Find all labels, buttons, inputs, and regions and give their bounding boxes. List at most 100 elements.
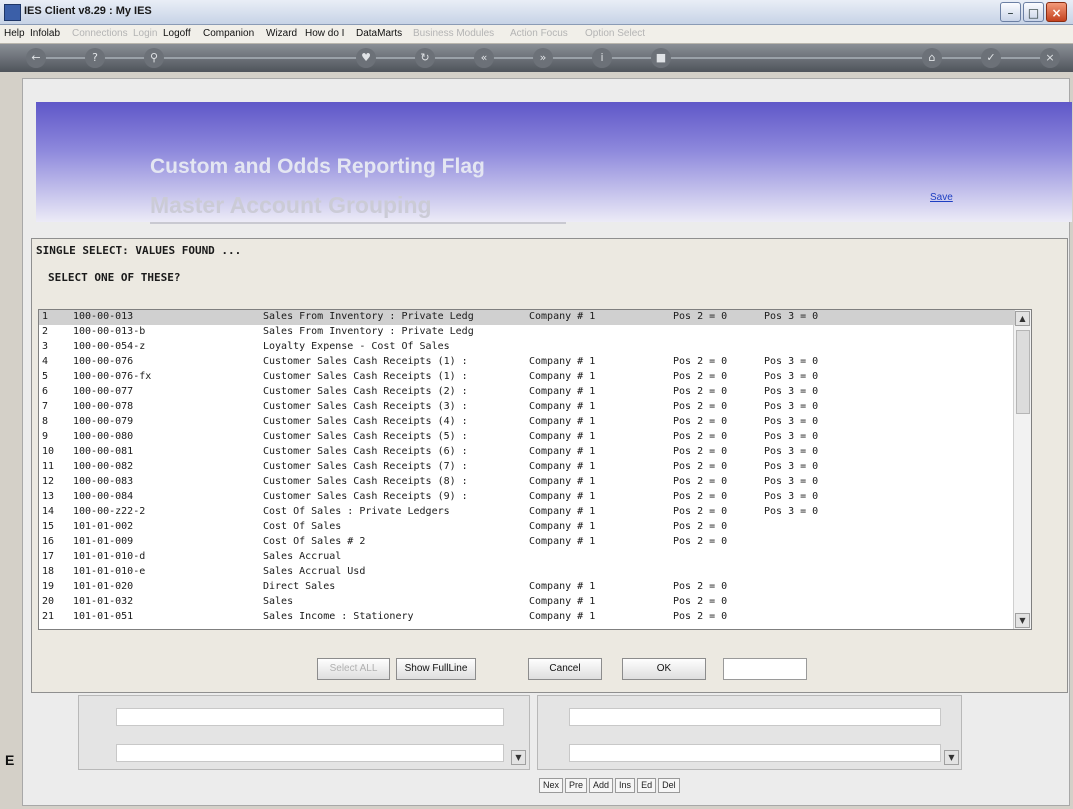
delete-record-button[interactable]: Del bbox=[658, 778, 680, 793]
company-label: Company # 1 bbox=[529, 596, 596, 607]
list-item[interactable]: 8 100-00-079 Customer Sales Cash Receipts … bbox=[39, 415, 1015, 430]
pos3-label: Pos 3 = 0 bbox=[764, 416, 819, 427]
menu-how-do-i[interactable]: How do I bbox=[305, 28, 344, 39]
list-item[interactable]: 19 101-01-020 Direct Sales Company # 1 Pos 2… bbox=[39, 580, 1015, 595]
lower-right-scroll-down-icon[interactable]: ▼ bbox=[944, 750, 959, 765]
account-code: 101-01-010-d bbox=[73, 551, 146, 562]
menu-action-focus[interactable]: Action Focus bbox=[510, 28, 568, 39]
menu-business-modules[interactable]: Business Modules bbox=[413, 28, 494, 39]
edit-record-button[interactable]: Ed bbox=[637, 778, 657, 793]
menu-help[interactable]: Help bbox=[4, 28, 25, 39]
list-item[interactable]: 10 100-00-081 Customer Sales Cash Receipts… bbox=[39, 445, 1015, 460]
lower-left-scroll-down-icon[interactable]: ▼ bbox=[511, 750, 526, 765]
maximize-button[interactable]: □ bbox=[1023, 2, 1044, 22]
list-item[interactable]: 14 100-00-z22-2 Cost Of Sales : Private Le… bbox=[39, 505, 1015, 520]
account-code: 100-00-079 bbox=[73, 416, 134, 427]
lower-right-field-2[interactable] bbox=[569, 744, 941, 762]
list-item[interactable]: 9 100-00-080 Customer Sales Cash Receipts … bbox=[39, 430, 1015, 445]
menu-login[interactable]: Login bbox=[133, 28, 157, 39]
row-number: 2 bbox=[42, 326, 49, 337]
menu-infolab[interactable]: Infolab bbox=[30, 28, 60, 39]
previous-record-button[interactable]: Pre bbox=[565, 778, 588, 793]
ok-value-field[interactable] bbox=[723, 658, 807, 680]
cancel-button[interactable]: Cancel bbox=[528, 658, 602, 680]
pos2-label: Pos 2 = 0 bbox=[673, 371, 728, 382]
insert-record-button[interactable]: Ins bbox=[615, 778, 636, 793]
refresh-icon[interactable]: ↻ bbox=[415, 48, 435, 68]
menu-datamarts[interactable]: DataMarts bbox=[356, 28, 402, 39]
list-item[interactable]: 11 100-00-082 Customer Sales Cash Receipts… bbox=[39, 460, 1015, 475]
search-icon[interactable]: ⚲ bbox=[144, 48, 164, 68]
list-item[interactable]: 3 100-00-054-z Loyalty Expense - Cost Of S… bbox=[39, 340, 1015, 355]
menu-wizard[interactable]: Wizard bbox=[266, 28, 297, 39]
row-number: 4 bbox=[42, 356, 49, 367]
row-number: 8 bbox=[42, 416, 49, 427]
app-icon bbox=[4, 4, 21, 21]
account-description: Loyalty Expense - Cost Of Sales bbox=[263, 341, 450, 352]
account-description: Customer Sales Cash Receipts (3) : bbox=[263, 401, 468, 412]
ok-button[interactable]: OK bbox=[622, 658, 706, 680]
home-icon[interactable]: ⌂ bbox=[922, 48, 942, 68]
list-item[interactable]: 18 101-01-010-e Sales Accrual Usd bbox=[39, 565, 1015, 580]
scroll-down-icon[interactable]: ▼ bbox=[1015, 613, 1030, 628]
menu-connections[interactable]: Connections bbox=[72, 28, 128, 39]
row-number: 16 bbox=[42, 536, 55, 547]
pos2-label: Pos 2 = 0 bbox=[673, 536, 728, 547]
dialog-title: SINGLE SELECT: VALUES FOUND ... bbox=[36, 244, 242, 257]
minimize-button[interactable]: – bbox=[1000, 2, 1021, 22]
pos3-label: Pos 3 = 0 bbox=[764, 356, 819, 367]
back-arrow-icon[interactable]: ← bbox=[26, 48, 46, 68]
list-item[interactable]: 20 101-01-032 Sales Company # 1 Pos 2 = 0 bbox=[39, 595, 1015, 610]
pos3-label: Pos 3 = 0 bbox=[764, 311, 819, 322]
list-item[interactable]: 15 101-01-002 Cost Of Sales Company # 1 Pos … bbox=[39, 520, 1015, 535]
account-code: 100-00-013 bbox=[73, 311, 134, 322]
pos3-label: Pos 3 = 0 bbox=[764, 401, 819, 412]
list-scrollbar[interactable]: ▲ ▼ bbox=[1013, 310, 1031, 629]
values-list[interactable]: ▲ ▼ 1 100-00-013 Sales From Inventory : Pr… bbox=[38, 309, 1032, 630]
account-description: Customer Sales Cash Receipts (8) : bbox=[263, 476, 468, 487]
info-icon[interactable]: i bbox=[592, 48, 612, 68]
favorite-icon[interactable]: ♥ bbox=[356, 48, 376, 68]
pos2-label: Pos 2 = 0 bbox=[673, 581, 728, 592]
company-label: Company # 1 bbox=[529, 581, 596, 592]
next-record-button[interactable]: Nex bbox=[539, 778, 564, 793]
left-edge-letter: E bbox=[5, 752, 15, 768]
exit-icon[interactable]: × bbox=[1040, 48, 1060, 68]
list-item[interactable]: 1 100-00-013 Sales From Inventory : Privat… bbox=[39, 310, 1015, 325]
save-link[interactable]: Save bbox=[930, 192, 953, 203]
next-icon[interactable]: » bbox=[533, 48, 553, 68]
list-item[interactable]: 5 100-00-076-fx Customer Sales Cash Receip… bbox=[39, 370, 1015, 385]
close-button[interactable]: × bbox=[1046, 2, 1067, 22]
help-icon[interactable]: ? bbox=[85, 48, 105, 68]
menu-option-select[interactable]: Option Select bbox=[585, 28, 645, 39]
stop-icon[interactable]: ■ bbox=[651, 48, 671, 68]
add-record-button[interactable]: Add bbox=[589, 778, 614, 793]
check-icon[interactable]: ✓ bbox=[981, 48, 1001, 68]
previous-icon[interactable]: « bbox=[474, 48, 494, 68]
menu-logoff[interactable]: Logoff bbox=[163, 28, 191, 39]
select-all-button[interactable]: Select ALL bbox=[317, 658, 390, 680]
scroll-up-icon[interactable]: ▲ bbox=[1015, 311, 1030, 326]
pos3-label: Pos 3 = 0 bbox=[764, 371, 819, 382]
list-item[interactable]: 2 100-00-013-b Sales From Inventory : Priv… bbox=[39, 325, 1015, 340]
list-item[interactable]: 16 101-01-009 Cost Of Sales # 2 Company # 1… bbox=[39, 535, 1015, 550]
lower-left-field-2[interactable] bbox=[116, 744, 504, 762]
lower-left-field-1[interactable] bbox=[116, 708, 504, 726]
account-description: Sales bbox=[263, 596, 294, 607]
account-code: 101-01-051 bbox=[73, 611, 134, 622]
list-item[interactable]: 13 100-00-084 Customer Sales Cash Receipts… bbox=[39, 490, 1015, 505]
account-code: 101-01-002 bbox=[73, 521, 134, 532]
company-label: Company # 1 bbox=[529, 521, 596, 532]
show-full-line-button[interactable]: Show FullLine bbox=[396, 658, 476, 680]
account-description: Customer Sales Cash Receipts (6) : bbox=[263, 446, 468, 457]
scroll-thumb[interactable] bbox=[1016, 330, 1030, 414]
list-item[interactable]: 7 100-00-078 Customer Sales Cash Receipts … bbox=[39, 400, 1015, 415]
pos3-label: Pos 3 = 0 bbox=[764, 446, 819, 457]
lower-right-field-1[interactable] bbox=[569, 708, 941, 726]
list-item[interactable]: 12 100-00-083 Customer Sales Cash Receipts… bbox=[39, 475, 1015, 490]
list-item[interactable]: 17 101-01-010-d Sales Accrual bbox=[39, 550, 1015, 565]
list-item[interactable]: 6 100-00-077 Customer Sales Cash Receipts … bbox=[39, 385, 1015, 400]
list-item[interactable]: 4 100-00-076 Customer Sales Cash Receipts … bbox=[39, 355, 1015, 370]
list-item[interactable]: 21 101-01-051 Sales Income : Stationery Com… bbox=[39, 610, 1015, 625]
menu-companion[interactable]: Companion bbox=[203, 28, 254, 39]
